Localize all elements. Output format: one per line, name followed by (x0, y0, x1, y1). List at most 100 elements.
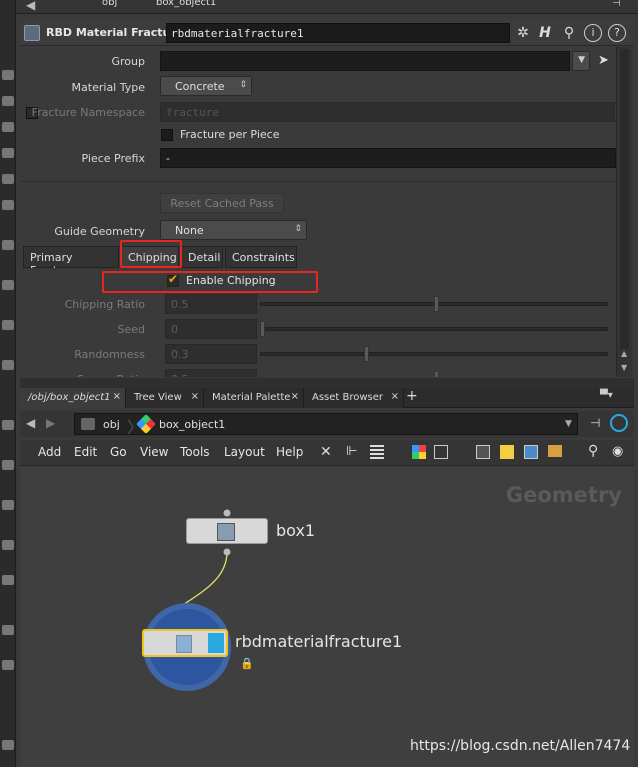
tool-icon[interactable] (2, 240, 14, 250)
tool-icon[interactable] (2, 200, 14, 210)
display-flag[interactable] (208, 633, 224, 653)
menu-tools[interactable]: Tools (180, 445, 210, 459)
close-icon[interactable]: × (291, 391, 299, 402)
path-root[interactable]: obj (102, 0, 117, 8)
output-connector[interactable] (223, 548, 231, 556)
chipping-row-field[interactable]: 0.5 (165, 294, 257, 314)
tool-icon[interactable] (2, 96, 14, 106)
gear-icon[interactable]: ✲ (514, 24, 532, 42)
menu-help[interactable]: Help (276, 445, 303, 459)
chevron-down-icon[interactable]: ▼ (565, 419, 572, 429)
network-box-icon[interactable] (476, 445, 490, 459)
image-icon[interactable] (524, 445, 538, 459)
menu-add[interactable]: Add (38, 445, 61, 459)
tab-constraints[interactable]: Constraints (225, 246, 297, 268)
node-name-field[interactable]: rbdmaterialfracture1 (166, 23, 510, 43)
tool-icon[interactable] (2, 625, 14, 635)
lock-icon[interactable] (2, 122, 14, 132)
back-arrow-icon[interactable]: ◀ (26, 0, 35, 12)
chipping-row-slider-track[interactable] (260, 352, 608, 356)
fracture-per-piece-checkbox[interactable] (161, 129, 173, 141)
back-arrow-icon[interactable]: ◀ (26, 416, 35, 430)
tree-icon[interactable]: ⊩ (346, 444, 357, 459)
pane-menu-icon[interactable]: ▀▾ (600, 390, 613, 401)
pin-icon[interactable]: ⊣ (590, 416, 600, 430)
tool-icon[interactable] (2, 148, 14, 158)
search-icon[interactable]: ⚲ (588, 443, 598, 459)
parameter-scrollbar[interactable]: ▲ ▼ (616, 47, 632, 377)
node-rbdmaterialfracture1[interactable] (142, 629, 228, 657)
node-rbdmaterialfracture1-label[interactable]: rbdmaterialfracture1 (235, 632, 402, 651)
tool-icon[interactable] (2, 174, 14, 184)
pane-splitter[interactable] (20, 378, 634, 388)
tool-icon[interactable] (2, 280, 14, 290)
close-icon[interactable]: × (191, 391, 199, 402)
grid-icon[interactable] (434, 445, 448, 459)
tab-network[interactable]: /obj/box_object1 × (20, 388, 126, 408)
network-path-object[interactable]: box_object1 (159, 418, 225, 431)
lock-icon[interactable]: 🔒 (240, 657, 254, 670)
pin-icon[interactable]: ⊣ (612, 0, 621, 9)
fracture-namespace-field[interactable]: fracture (160, 102, 615, 122)
menu-edit[interactable]: Edit (74, 445, 97, 459)
material-type-dropdown[interactable]: Concrete ⇕ (160, 76, 252, 96)
node-box1[interactable] (186, 518, 268, 544)
add-tab-icon[interactable]: + (406, 388, 418, 404)
tool-icon[interactable] (2, 740, 14, 750)
chipping-row-field[interactable]: 0 (165, 319, 257, 339)
asset-icon[interactable] (548, 445, 562, 457)
tool-icon[interactable] (2, 320, 14, 330)
close-icon[interactable]: × (113, 391, 121, 402)
chipping-row-field[interactable]: 0.3 (165, 344, 257, 364)
guide-geometry-dropdown[interactable]: None ⇕ (160, 220, 307, 240)
select-arrow-icon[interactable]: ➤ (598, 53, 609, 68)
tab-tree-view[interactable]: Tree View × (126, 388, 204, 408)
tool-icon[interactable] (2, 70, 14, 80)
path-object[interactable]: box_object1 (156, 0, 216, 8)
tab-material-palette[interactable]: Material Palette × (204, 388, 304, 408)
wrench-icon[interactable]: ✕ (320, 444, 332, 460)
tool-icon[interactable] (2, 420, 14, 430)
list-icon[interactable] (370, 445, 384, 459)
chipping-row-slider-knob[interactable] (434, 296, 439, 312)
link-icon[interactable] (610, 414, 628, 432)
input-connector[interactable] (223, 509, 231, 517)
sticky-note-icon[interactable] (500, 445, 514, 459)
chipping-row-slider-track[interactable] (260, 327, 608, 331)
menu-go[interactable]: Go (110, 445, 127, 459)
tool-icon[interactable] (2, 660, 14, 670)
chipping-row-slider-knob[interactable] (434, 371, 439, 377)
tool-icon[interactable] (2, 500, 14, 510)
scroll-down-icon[interactable]: ▼ (621, 363, 627, 372)
group-menu-button[interactable]: ▼ (572, 51, 590, 71)
info-icon[interactable]: i (584, 24, 602, 42)
tool-icon[interactable] (2, 360, 14, 370)
tool-icon[interactable] (2, 575, 14, 585)
close-icon[interactable]: × (391, 391, 399, 402)
color-palette-icon[interactable] (412, 445, 426, 459)
forward-arrow-icon[interactable]: ▶ (46, 416, 55, 430)
scrollbar-thumb[interactable] (620, 49, 629, 349)
chipping-row-slider-knob[interactable] (364, 346, 370, 362)
chipping-row-slider-knob[interactable] (260, 321, 265, 337)
tab-primary-fracture[interactable]: Primary Fracture (23, 246, 119, 277)
help-h-icon[interactable]: H (536, 24, 554, 42)
node-box1-label[interactable]: box1 (276, 521, 315, 540)
network-path-root[interactable]: obj (103, 418, 120, 431)
scroll-up-icon[interactable]: ▲ (621, 349, 627, 358)
tab-asset-browser[interactable]: Asset Browser × (304, 388, 404, 408)
reset-cached-pass-button[interactable]: Reset Cached Pass (160, 193, 284, 213)
path-field[interactable]: obj 〉 box_object1 ▼ (74, 413, 578, 437)
network-canvas[interactable]: Geometry box1 rbdmaterialfracture1 🔒 (20, 467, 634, 767)
help-icon[interactable]: ? (608, 24, 626, 42)
tool-icon[interactable] (2, 460, 14, 470)
chipping-row-field[interactable]: 0.5 (165, 369, 257, 377)
search-icon[interactable]: ⚲ (560, 24, 578, 42)
group-field[interactable] (160, 51, 570, 71)
tool-icon[interactable] (2, 540, 14, 550)
piece-prefix-field[interactable]: - (160, 148, 616, 168)
menu-view[interactable]: View (140, 445, 168, 459)
tab-detail[interactable]: Detail (181, 246, 223, 268)
menu-layout[interactable]: Layout (224, 445, 265, 459)
eye-icon[interactable]: ◉ (612, 444, 623, 459)
